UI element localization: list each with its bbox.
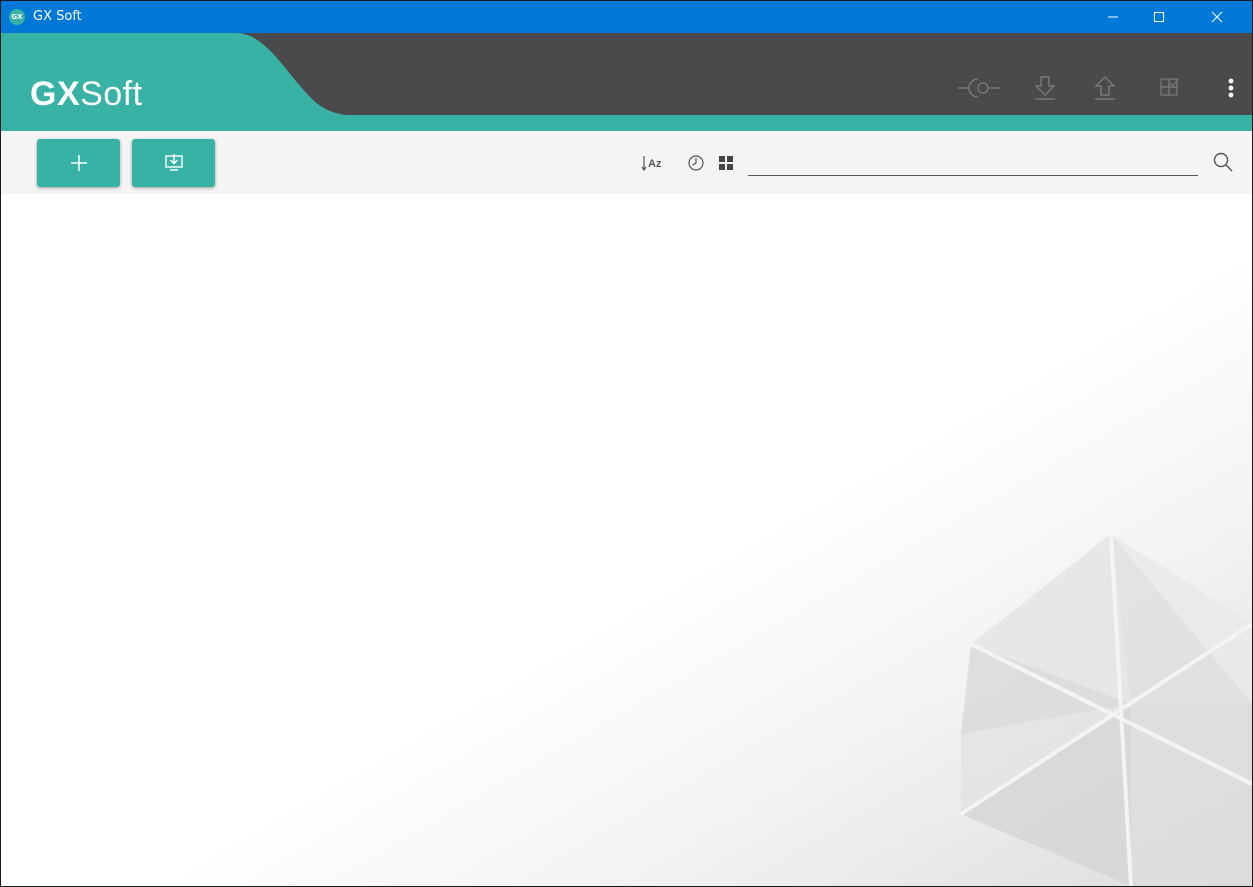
header-background [1,33,1252,131]
grid-view-button[interactable] [716,153,736,173]
upload-button[interactable] [1091,71,1119,105]
add-icon [70,155,87,171]
recent-button[interactable] [686,153,706,173]
app-icon: GX [9,9,25,25]
more-menu-button[interactable] [1221,71,1241,105]
decorative-pattern [959,534,1252,886]
app-logo: GXSoft [30,75,143,113]
window-title: GX Soft [33,9,82,24]
connect-button[interactable] [956,71,1002,105]
minimize-button[interactable] [1090,1,1136,33]
search-icon [1213,152,1233,172]
close-button[interactable] [1182,1,1252,33]
content-area [1,194,1252,886]
search-button[interactable] [1210,149,1236,175]
more-vertical-icon [1228,78,1234,98]
title-bar[interactable]: GX GX Soft [1,1,1252,33]
close-icon [1211,11,1223,23]
modules-button[interactable] [1156,71,1184,105]
import-screen-icon [164,154,183,171]
add-button[interactable] [37,139,120,187]
search-input[interactable] [748,161,1198,176]
maximize-icon [1154,12,1164,22]
maximize-button[interactable] [1136,1,1182,33]
grid-view-icon [719,156,733,170]
connect-icon [958,78,1000,98]
download-icon [1034,76,1056,100]
download-button[interactable] [1031,71,1059,105]
app-header [1,33,1252,131]
app-window: GX GX Soft GXSoft Az [0,0,1253,887]
clock-icon [688,155,704,171]
sort-az-button[interactable]: Az [641,153,667,173]
svg-text:Az: Az [648,158,662,170]
minimize-icon [1108,16,1118,18]
modules-icon [1160,78,1179,96]
upload-icon [1094,75,1116,100]
toolbar: Az [1,131,1252,194]
sort-az-icon: Az [641,156,662,172]
import-screen-button[interactable] [132,139,215,187]
